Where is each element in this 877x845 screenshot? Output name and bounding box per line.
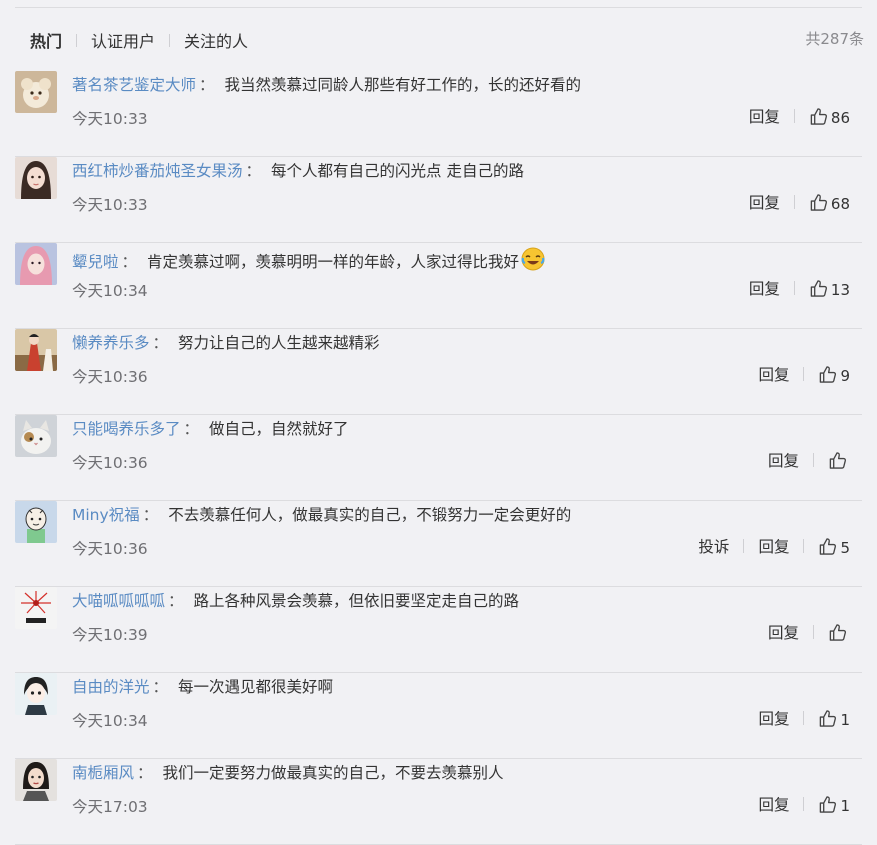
reply-button[interactable]: 回复	[749, 191, 780, 213]
laugh-cry-emoji-icon	[521, 247, 545, 276]
comment-actions: 回复 1	[758, 706, 850, 730]
thumbs-up-icon	[818, 709, 837, 728]
thumbs-up-icon	[809, 193, 828, 212]
like-button[interactable]: 86	[809, 107, 850, 127]
reply-button[interactable]: 回复	[749, 105, 780, 127]
reply-button[interactable]: 回复	[768, 621, 799, 643]
comment-time: 今天10:36	[72, 540, 148, 558]
comment-text: 我当然羡慕过同龄人那些有好工作的，长的还好看的	[224, 76, 582, 94]
comment-actions: 回复 9	[758, 362, 850, 386]
comment-actions: 回复 68	[749, 190, 850, 214]
comment-text: 不去羡慕任何人，做最真实的自己，不锻努力一定会更好的	[168, 506, 572, 524]
like-count: 9	[840, 367, 850, 385]
commenter-name[interactable]: 大喵呱呱呱呱	[72, 592, 165, 610]
like-button[interactable]: 1	[818, 709, 850, 729]
avatar[interactable]	[15, 501, 57, 543]
thumbs-up-icon	[818, 795, 837, 814]
comment-time: 今天10:34	[72, 712, 148, 730]
like-button[interactable]	[828, 451, 850, 470]
avatar[interactable]	[15, 157, 57, 199]
comment-time: 今天10:34	[72, 282, 148, 300]
reply-button[interactable]: 回复	[758, 363, 789, 385]
commenter-name[interactable]: 南栀厢风	[72, 764, 134, 782]
comment-time: 今天10:39	[72, 626, 148, 644]
like-count: 13	[830, 281, 850, 299]
reply-button[interactable]: 回复	[758, 535, 789, 557]
avatar[interactable]	[15, 415, 57, 457]
avatar[interactable]	[15, 759, 57, 801]
comment-text: 我们一定要努力做最真实的自己，不要去羡慕别人	[162, 764, 504, 782]
top-divider	[15, 7, 862, 8]
comment-text: 努力让自己的人生越来越精彩	[178, 334, 380, 352]
comment-actions: 回复 1	[758, 792, 850, 816]
commenter-name[interactable]: 著名茶艺鉴定大师	[72, 76, 196, 94]
avatar[interactable]	[15, 243, 57, 285]
comment-total-count: 共287条	[805, 30, 864, 48]
avatar[interactable]	[15, 329, 57, 371]
reply-button[interactable]: 回复	[758, 793, 789, 815]
comment-actions: 回复 13	[749, 276, 850, 300]
like-button[interactable]: 1	[818, 795, 850, 815]
comment-item: 只能喝养乐多了：做自己，自然就好了 今天10:36 回复	[0, 415, 877, 501]
like-count: 1	[840, 711, 850, 729]
comment-text: 路上各种风景会羡慕，但依旧要坚定走自己的路	[193, 592, 520, 610]
like-button[interactable]: 68	[809, 193, 850, 213]
avatar[interactable]	[15, 587, 57, 629]
comment-text: 做自己，自然就好了	[209, 420, 349, 438]
comment-item: 西红柿炒番茄炖圣女果汤：每个人都有自己的闪光点 走自己的路 今天10:33 回复…	[0, 157, 877, 243]
comment-text: 每一次遇见都很美好啊	[178, 678, 334, 696]
comment-text: 肯定羡慕过啊，羡慕明明一样的年龄，人家过得比我好	[147, 253, 520, 271]
thumbs-up-icon	[818, 537, 837, 556]
comment-actions: 回复	[768, 448, 850, 472]
comment-item: 颦兒啦：肯定羡慕过啊，羡慕明明一样的年龄，人家过得比我好 今天10:34 回复 …	[0, 243, 877, 329]
commenter-name[interactable]: 只能喝养乐多了	[72, 420, 181, 438]
tab-following[interactable]: 关注的人	[184, 28, 248, 52]
comment-time: 今天10:33	[72, 196, 148, 214]
tab-hot[interactable]: 热门	[30, 28, 62, 52]
comment-actions: 回复	[768, 620, 850, 644]
like-button[interactable]	[828, 623, 850, 642]
like-button[interactable]: 13	[809, 279, 850, 299]
comment-time: 今天17:03	[72, 798, 148, 816]
comment-actions: 回复 86	[749, 104, 850, 128]
like-count: 5	[840, 539, 850, 557]
comment-time: 今天10:36	[72, 454, 148, 472]
comment-item: Miny祝福：不去羡慕任何人，做最真实的自己，不锻努力一定会更好的 今天10:3…	[0, 501, 877, 587]
commenter-name[interactable]: Miny祝福	[72, 506, 140, 524]
comment-item: 自由的洋光：每一次遇见都很美好啊 今天10:34 回复 1	[0, 673, 877, 759]
like-count: 1	[840, 797, 850, 815]
comment-time: 今天10:33	[72, 110, 148, 128]
avatar[interactable]	[15, 71, 57, 113]
comment-filter-tabs: 热门 认证用户 关注的人	[30, 28, 248, 52]
commenter-name[interactable]: 颦兒啦	[72, 253, 119, 271]
reply-button[interactable]: 回复	[758, 707, 789, 729]
comment-item: 懒养养乐多：努力让自己的人生越来越精彩 今天10:36 回复 9	[0, 329, 877, 415]
commenter-name[interactable]: 西红柿炒番茄炖圣女果汤	[72, 162, 243, 180]
comment-time: 今天10:36	[72, 368, 148, 386]
comment-item: 大喵呱呱呱呱：路上各种风景会羡慕，但依旧要坚定走自己的路 今天10:39 回复	[0, 587, 877, 673]
report-button[interactable]: 投诉	[698, 535, 729, 557]
like-count: 68	[830, 195, 850, 213]
commenter-name[interactable]: 懒养养乐多	[72, 334, 150, 352]
like-count: 86	[830, 109, 850, 127]
tab-separator	[76, 33, 78, 47]
like-button[interactable]: 5	[818, 537, 850, 557]
tab-separator	[169, 33, 171, 47]
thumbs-up-icon	[809, 279, 828, 298]
thumbs-up-icon	[828, 451, 847, 470]
thumbs-up-icon	[818, 365, 837, 384]
reply-button[interactable]: 回复	[749, 277, 780, 299]
comment-text: 每个人都有自己的闪光点 走自己的路	[271, 162, 524, 180]
comment-actions: 投诉 回复 5	[698, 534, 850, 558]
comment-item: 南栀厢风：我们一定要努力做最真实的自己，不要去羡慕别人 今天17:03 回复 1	[0, 759, 877, 845]
avatar[interactable]	[15, 673, 57, 715]
comment-item: 著名茶艺鉴定大师：我当然羡慕过同龄人那些有好工作的，长的还好看的 今天10:33…	[0, 71, 877, 157]
tab-verified-users[interactable]: 认证用户	[91, 28, 155, 52]
like-button[interactable]: 9	[818, 365, 850, 385]
thumbs-up-icon	[828, 623, 847, 642]
commenter-name[interactable]: 自由的洋光	[72, 678, 150, 696]
thumbs-up-icon	[809, 107, 828, 126]
reply-button[interactable]: 回复	[768, 449, 799, 471]
